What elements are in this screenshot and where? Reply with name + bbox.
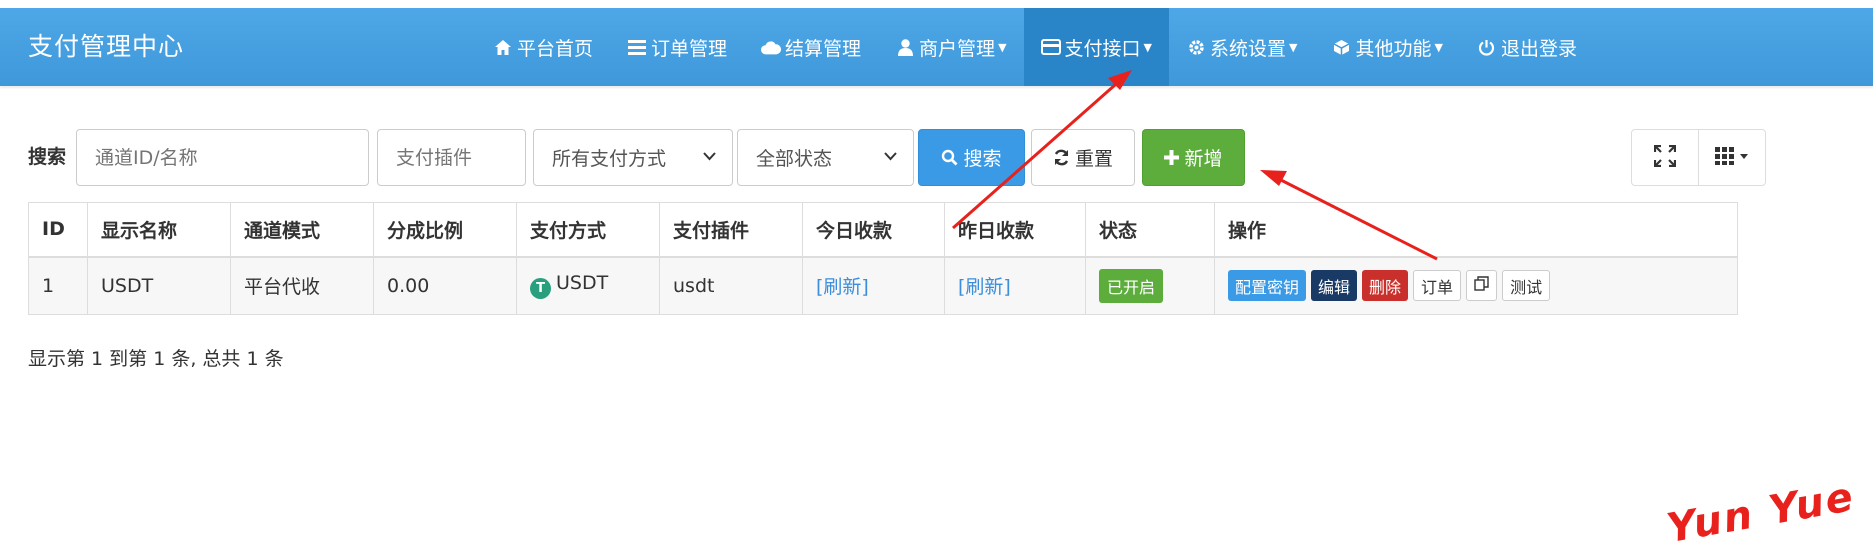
row-actions: 配置密钥 编辑 删除 订单 测试 xyxy=(1228,270,1737,302)
nav-item-label: 订单管理 xyxy=(651,37,728,60)
column-header[interactable]: 分成比例 xyxy=(373,202,517,258)
add-button-label: 新增 xyxy=(1184,148,1223,170)
plugin-search-input[interactable] xyxy=(377,129,526,186)
table-header-row: ID 显示名称 通道模式 分成比例 支付方式 支付插件 今日收款 昨日收款 状态… xyxy=(28,202,1738,258)
refresh-today-link[interactable]: [刷新] xyxy=(816,276,869,298)
chevron-down-icon xyxy=(884,150,897,165)
fullscreen-icon xyxy=(1653,144,1677,171)
cell-today: [刷新] xyxy=(802,256,945,315)
nav-item-logout[interactable]: 退出登录 xyxy=(1460,8,1594,86)
column-header[interactable]: 支付插件 xyxy=(659,202,803,258)
column-header[interactable]: 今日收款 xyxy=(802,202,945,258)
status-select[interactable]: 全部状态 xyxy=(737,129,914,186)
caret-down-icon: ▼ xyxy=(1289,40,1298,54)
column-header[interactable]: 状态 xyxy=(1085,202,1215,258)
copy-button[interactable] xyxy=(1466,270,1498,302)
power-icon xyxy=(1477,37,1497,57)
edit-button[interactable]: 编辑 xyxy=(1311,270,1358,302)
nav-item-system-settings[interactable]: 系统设置 ▼ xyxy=(1169,8,1314,86)
config-key-button[interactable]: 配置密钥 xyxy=(1228,270,1307,302)
paytype-select[interactable]: 所有支付方式 xyxy=(533,129,733,186)
column-header[interactable]: 支付方式 xyxy=(516,202,660,258)
reset-button[interactable]: 重置 xyxy=(1031,129,1135,186)
search-button[interactable]: 搜索 xyxy=(918,129,1025,186)
status-badge[interactable]: 已开启 xyxy=(1099,268,1164,303)
column-header[interactable]: 显示名称 xyxy=(87,202,231,258)
nav-item-label: 商户管理 xyxy=(919,37,996,60)
channel-table: ID 显示名称 通道模式 分成比例 支付方式 支付插件 今日收款 昨日收款 状态… xyxy=(28,202,1738,315)
chevron-down-icon xyxy=(703,150,716,165)
main-nav: 平台首页 订单管理 结算管理 商户管理 ▼ 支付接口 ▼ 系统设置 ▼ 其他功能… xyxy=(476,8,1594,86)
cell-yesterday: [刷新] xyxy=(944,256,1086,315)
reset-button-label: 重置 xyxy=(1074,148,1113,170)
nav-item-orders[interactable]: 订单管理 xyxy=(610,8,744,86)
column-header[interactable]: 昨日收款 xyxy=(944,202,1086,258)
nav-item-payment-interface[interactable]: 支付接口 ▼ xyxy=(1023,8,1170,86)
refresh-yesterday-link[interactable]: [刷新] xyxy=(958,276,1011,298)
list-icon xyxy=(627,37,647,57)
watermark: Yun Yue xyxy=(1663,473,1859,553)
paytype-label: USDT xyxy=(556,272,609,295)
nav-item-label: 其他功能 xyxy=(1355,37,1432,60)
column-header[interactable]: 操作 xyxy=(1214,202,1738,258)
nav-item-merchants[interactable]: 商户管理 ▼ xyxy=(878,8,1023,86)
column-header[interactable]: 通道模式 xyxy=(230,202,374,258)
app-title[interactable]: 支付管理中心 xyxy=(28,8,184,86)
cube-icon xyxy=(1332,37,1352,57)
delete-button[interactable]: 删除 xyxy=(1362,270,1409,302)
search-toolbar: 搜索 所有支付方式 全部状态 搜索 重置 新增 xyxy=(28,129,1766,186)
add-button[interactable]: 新增 xyxy=(1142,129,1245,186)
cell-name: USDT xyxy=(87,256,231,315)
home-icon xyxy=(493,37,513,57)
nav-item-home[interactable]: 平台首页 xyxy=(476,8,610,86)
fullscreen-button[interactable] xyxy=(1632,130,1698,185)
nav-item-settlement[interactable]: 结算管理 xyxy=(744,8,878,86)
nav-item-label: 结算管理 xyxy=(785,37,862,60)
orders-button[interactable]: 订单 xyxy=(1413,270,1462,302)
grid-icon xyxy=(1715,146,1749,169)
nav-item-label: 平台首页 xyxy=(517,37,594,60)
refresh-icon xyxy=(1053,149,1070,166)
cell-status: 已开启 xyxy=(1085,256,1215,315)
gear-icon xyxy=(1186,37,1206,57)
nav-item-label: 支付接口 xyxy=(1064,37,1141,60)
cell-plugin: usdt xyxy=(659,256,803,315)
table-row: 1 USDT 平台代收 0.00 T USDT usdt [刷新] [刷新] 已开… xyxy=(28,256,1738,315)
channel-search-input[interactable] xyxy=(76,129,369,186)
test-button[interactable]: 测试 xyxy=(1502,270,1551,302)
nav-item-label: 退出登录 xyxy=(1500,37,1577,60)
top-navbar: 支付管理中心 平台首页 订单管理 结算管理 商户管理 ▼ 支付接口 ▼ 系统设置… xyxy=(0,8,1873,86)
plus-icon xyxy=(1164,150,1180,165)
columns-toggle-button[interactable] xyxy=(1698,130,1765,185)
search-button-label: 搜索 xyxy=(963,148,1002,170)
status-select-value: 全部状态 xyxy=(756,148,833,170)
pagination-info: 显示第 1 到第 1 条, 总共 1 条 xyxy=(28,348,284,370)
copy-icon xyxy=(1474,276,1489,295)
cell-actions: 配置密钥 编辑 删除 订单 测试 xyxy=(1214,256,1738,315)
nav-item-other-functions[interactable]: 其他功能 ▼ xyxy=(1315,8,1460,86)
cell-paytype: T USDT xyxy=(516,256,660,315)
caret-down-icon: ▼ xyxy=(1434,40,1443,54)
user-icon xyxy=(895,37,915,57)
tether-icon: T xyxy=(530,278,551,300)
search-label: 搜索 xyxy=(28,146,67,168)
column-header[interactable]: ID xyxy=(28,202,88,258)
cell-id: 1 xyxy=(28,256,88,315)
search-icon xyxy=(941,149,958,166)
cell-mode: 平台代收 xyxy=(230,256,374,315)
caret-down-icon: ▼ xyxy=(998,40,1007,54)
credit-card-icon xyxy=(1040,37,1061,57)
cloud-icon xyxy=(761,37,782,57)
cell-ratio: 0.00 xyxy=(373,256,517,315)
caret-down-icon: ▼ xyxy=(1143,40,1153,54)
paytype-select-value: 所有支付方式 xyxy=(552,148,667,170)
table-view-controls xyxy=(1631,129,1766,186)
nav-item-label: 系统设置 xyxy=(1210,37,1287,60)
